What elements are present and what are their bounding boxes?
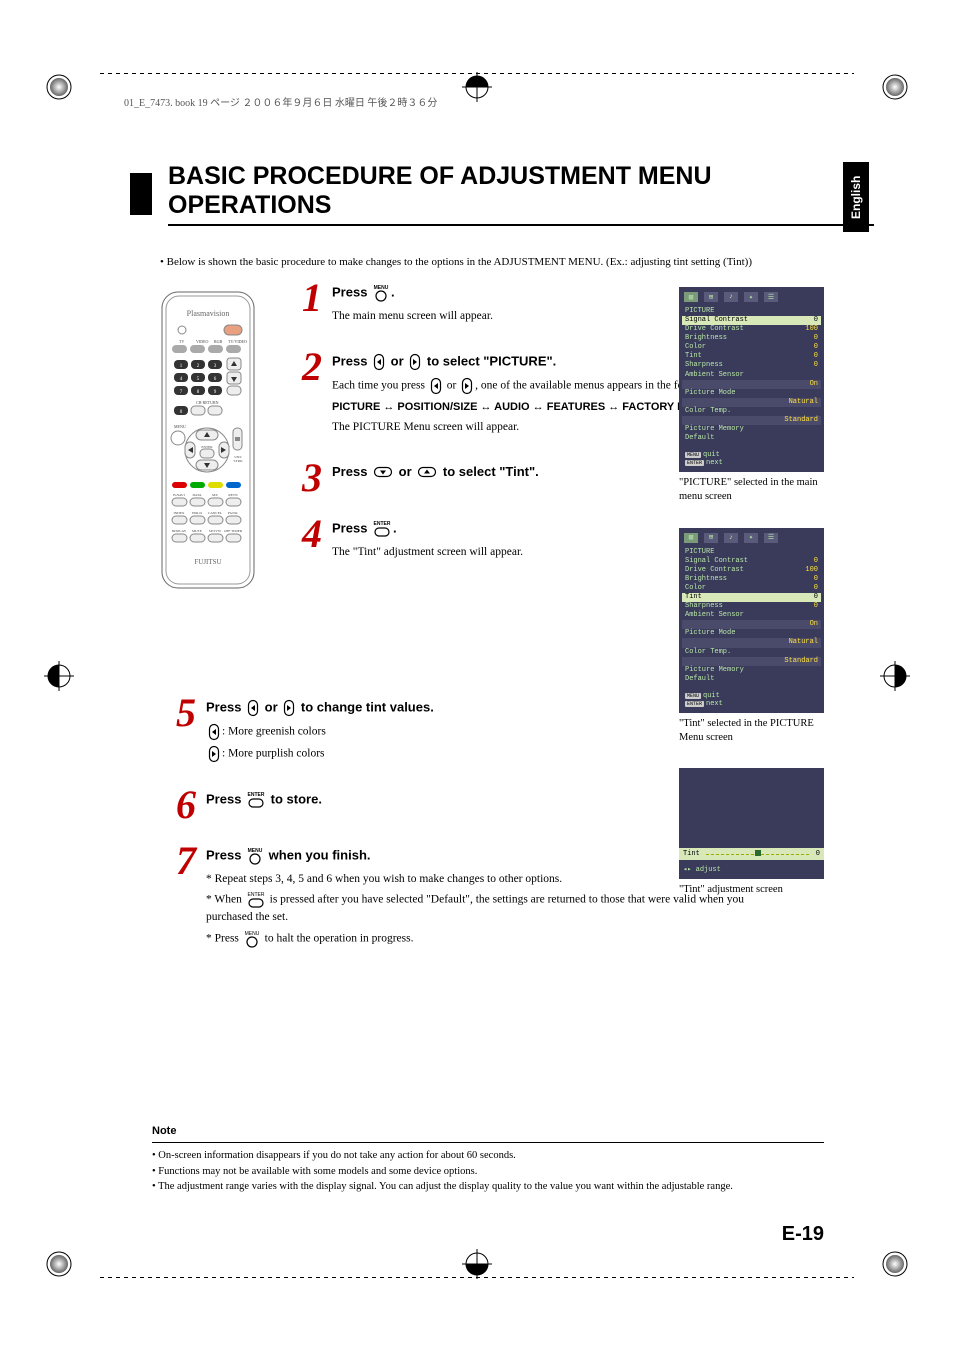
right-button-icon	[208, 745, 220, 763]
footer-crop-line	[100, 1277, 854, 1278]
osd-tint-adjust: Tint 0 ◂▸ adjust	[679, 768, 824, 879]
up-button-icon	[417, 466, 437, 478]
crop-mark-left-icon	[34, 656, 74, 696]
svg-text:RGB: RGB	[214, 339, 223, 344]
language-tab: English	[843, 162, 869, 232]
svg-text:MENU: MENU	[248, 848, 263, 854]
crop-mark-tr-icon	[880, 62, 920, 102]
header-filename: 01_E_7473. book 19 ページ ２００６年９月６日 水曜日 午後２…	[124, 94, 437, 109]
page-title: BASIC PROCEDURE OF ADJUSTMENT MENU OPERA…	[168, 162, 874, 226]
osd-picture-main: ▧ ⊞ ♪ ✦ ☰ PICTURE Signal Contrast0 Drive…	[679, 287, 824, 472]
enter-button-icon: ENTER	[247, 791, 265, 809]
osd-picture-tint: ▧ ⊞ ♪ ✦ ☰ PICTURE Signal Contrast0 Drive…	[679, 528, 824, 713]
svg-text:RETN: RETN	[228, 493, 238, 497]
osd-tab-icon: ☰	[764, 292, 778, 302]
step-number: 4	[286, 516, 322, 552]
osd-tab-icon: ♪	[724, 292, 738, 302]
caption-1: "PICTURE" selected in the main menu scre…	[679, 476, 824, 503]
right-button-icon	[409, 353, 421, 371]
svg-text:MENU: MENU	[174, 424, 186, 429]
step-number: 7	[160, 843, 196, 879]
right-button-icon	[461, 377, 473, 395]
svg-text:ENTER: ENTER	[374, 521, 391, 527]
page-number: E-19	[782, 1223, 824, 1246]
svg-text:VIDEO: VIDEO	[196, 339, 209, 344]
svg-text:SP/2VW: SP/2VW	[209, 529, 222, 533]
crop-mark-bottom-icon	[457, 1249, 497, 1289]
svg-text:HOLD: HOLD	[192, 511, 202, 515]
svg-text:MENU: MENU	[244, 931, 259, 937]
osd-tab-icon: ☰	[764, 533, 778, 543]
osd-title: PICTURE	[682, 547, 821, 557]
note-item: • The adjustment range varies with the d…	[152, 1179, 824, 1195]
svg-text:ENTER: ENTER	[201, 445, 213, 449]
menu-button-icon: MENU	[373, 284, 389, 302]
step-number: 6	[160, 787, 196, 823]
svg-text:Plasmavision: Plasmavision	[187, 309, 230, 318]
svg-text:DATA: DATA	[192, 493, 202, 497]
note-title: Note	[152, 1125, 824, 1137]
svg-text:PGNO.: PGNO.	[228, 511, 239, 515]
svg-text:DISPLAY: DISPLAY	[172, 529, 187, 533]
osd-tab-picture-icon: ▧	[684, 533, 698, 543]
title-bar	[130, 173, 152, 215]
crop-mark-br-icon	[880, 1249, 920, 1289]
step-number: 3	[286, 460, 322, 496]
osd-tab-icon: ✦	[744, 292, 758, 302]
tint-slider-track	[706, 853, 810, 856]
svg-text:INDEX: INDEX	[174, 511, 185, 515]
enter-button-icon: ENTER	[373, 520, 391, 538]
notes-section: Note • On-screen information disappears …	[152, 1125, 824, 1195]
down-button-icon	[373, 466, 393, 478]
svg-text:B.NAVI: B.NAVI	[173, 493, 185, 497]
intro-text: • Below is shown the basic procedure to …	[160, 256, 834, 268]
svg-text:ENTER: ENTER	[248, 792, 265, 798]
osd-tab-icon: ✦	[744, 533, 758, 543]
svg-text:MUTE: MUTE	[192, 529, 202, 533]
svg-text:MENU: MENU	[374, 285, 389, 291]
left-button-icon	[247, 699, 259, 717]
osd-tab-icon: ⊞	[704, 292, 718, 302]
svg-text:OFF TIMER: OFF TIMER	[224, 529, 243, 533]
svg-text:TV: TV	[179, 339, 184, 344]
menu-button-icon: MENU	[247, 847, 263, 865]
osd-tab-picture-icon: ▧	[684, 292, 698, 302]
caption-3: "Tint" adjustment screen	[679, 883, 824, 897]
crop-mark-right-icon	[880, 656, 920, 696]
svg-text:CANCEL: CANCEL	[208, 511, 222, 515]
caption-2: "Tint" selected in the PICTURE Menu scre…	[679, 717, 824, 744]
osd-title: PICTURE	[682, 306, 821, 316]
left-button-icon	[208, 723, 220, 741]
left-button-icon	[373, 353, 385, 371]
svg-text:TV/VIDEO: TV/VIDEO	[228, 339, 247, 344]
left-button-icon	[430, 377, 442, 395]
crop-mark-bl-icon	[34, 1249, 74, 1289]
remote-control-illustration: Plasmavision TVVIDEORGBTV/VIDEO 1 2 3 4 …	[160, 290, 256, 590]
right-button-icon	[283, 699, 295, 717]
crop-mark-tl-icon	[34, 62, 74, 102]
note-item: • On-screen information disappears if yo…	[152, 1148, 824, 1164]
svg-text:STRO: STRO	[234, 459, 243, 463]
enter-button-icon: ENTER	[247, 891, 265, 909]
osd-tab-icon: ♪	[724, 533, 738, 543]
header-crop-line	[100, 73, 854, 74]
crop-mark-top-icon	[457, 62, 497, 102]
osd-tab-icon: ⊞	[704, 533, 718, 543]
note-item: • Functions may not be available with so…	[152, 1164, 824, 1180]
svg-text:ENTER: ENTER	[247, 892, 264, 898]
step-number: 1	[286, 280, 322, 316]
svg-text:MX: MX	[212, 493, 218, 497]
menu-button-icon: MENU	[244, 930, 260, 948]
step-number: 5	[160, 695, 196, 731]
step-number: 2	[286, 349, 322, 385]
step-text: * Press MENU to halt the operation in pr…	[206, 930, 790, 948]
svg-text:CH RETURN: CH RETURN	[196, 400, 219, 405]
svg-text:FUJITSU: FUJITSU	[194, 558, 221, 566]
